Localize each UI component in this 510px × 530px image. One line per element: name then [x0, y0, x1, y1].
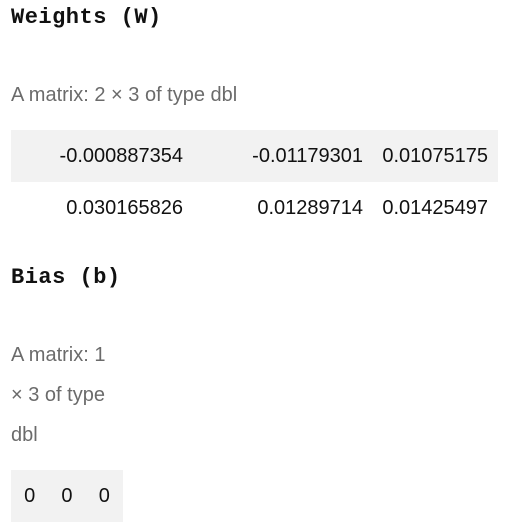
- matrix-cell: -0.000887354: [11, 130, 193, 182]
- matrix-cell: 0.01425497: [382, 196, 488, 219]
- bias-matrix-table: 0 0 0: [11, 470, 123, 522]
- matrix-cell: 0.030165826: [66, 196, 183, 219]
- bias-heading: Bias (b): [11, 265, 121, 290]
- weights-matrix-row: 0.030165826 0.01289714 0.01425497: [11, 182, 498, 234]
- bias-matrix-row: 0 0 0: [11, 470, 123, 522]
- weights-matrix-row: -0.000887354 -0.01179301 0.01075175: [11, 130, 498, 182]
- weights-matrix-table: -0.000887354 -0.01179301 0.01075175 0.03…: [11, 130, 498, 234]
- matrix-cell: -0.01179301: [193, 130, 373, 182]
- matrix-cell: 0: [11, 470, 49, 522]
- matrix-cell: 0.01289714: [257, 196, 363, 219]
- matrix-cell: 0: [48, 470, 86, 522]
- bias-matrix-caption: A matrix: 1 × 3 of type dbl: [11, 344, 106, 446]
- matrix-cell: 0.01075175: [373, 130, 498, 182]
- weights-heading: Weights (W): [11, 5, 162, 30]
- matrix-cell: 0: [85, 470, 123, 522]
- weights-matrix-caption: A matrix: 2 × 3 of type dbl: [11, 84, 238, 106]
